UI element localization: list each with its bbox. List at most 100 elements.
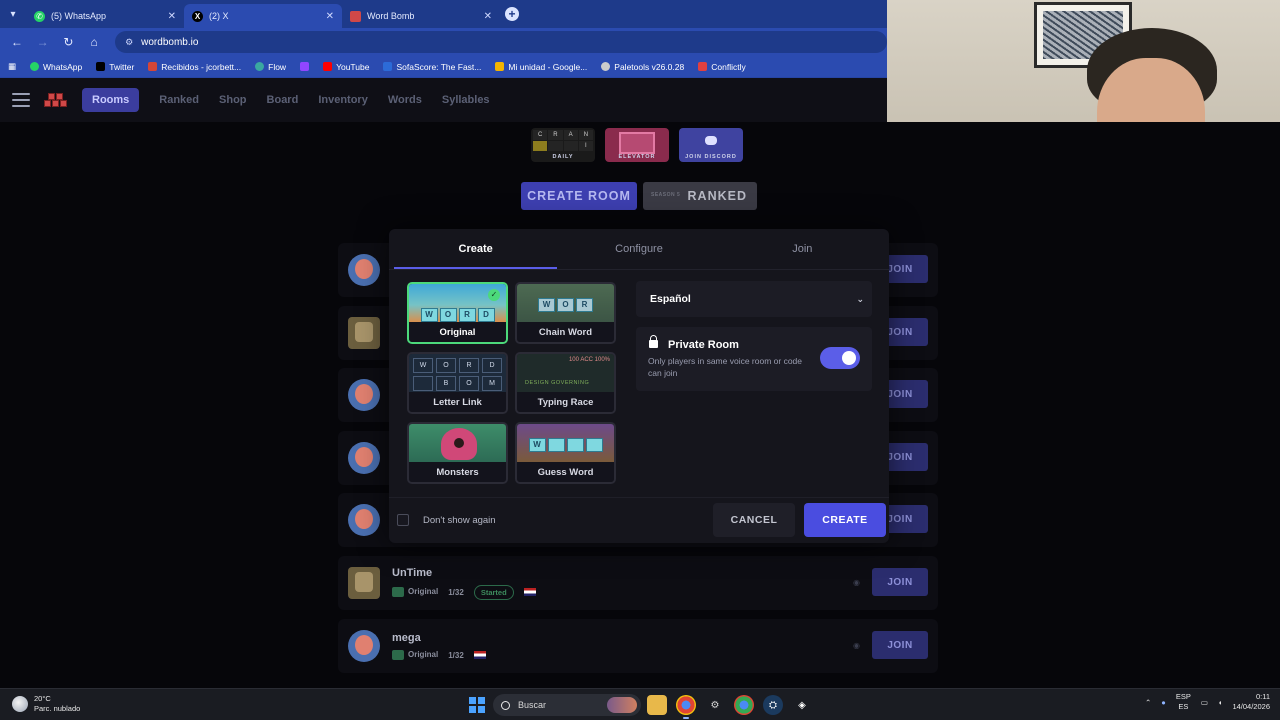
microphone-icon[interactable]: ●	[1161, 698, 1166, 707]
create-room-button[interactable]: CREATE ROOM	[521, 182, 637, 210]
ranked-button[interactable]: SEASON 5 RANKED	[643, 182, 757, 210]
tab-configure[interactable]: Configure	[557, 229, 720, 269]
daily-letter	[533, 141, 548, 151]
close-icon[interactable]: ✕	[326, 11, 334, 22]
nav-words[interactable]: Words	[388, 94, 422, 106]
back-arrow-icon[interactable]: ←	[6, 31, 28, 53]
search-placeholder: Buscar	[518, 700, 547, 710]
clock[interactable]: 0:11 14/04/2026	[1232, 692, 1270, 712]
new-tab-button[interactable]: +	[500, 2, 524, 26]
bookmark-flow[interactable]: Flow	[255, 62, 286, 72]
tab-x[interactable]: X (2) X ✕	[184, 4, 342, 28]
chrome-profile-icon[interactable]	[734, 695, 754, 715]
site-info-icon[interactable]: ⚙	[125, 37, 133, 48]
private-room-toggle[interactable]	[820, 347, 860, 369]
join-button[interactable]: JOIN	[872, 568, 928, 596]
promo-daily[interactable]: C R A N I DAILY	[531, 128, 595, 162]
nav-ranked[interactable]: Ranked	[159, 94, 199, 106]
search-highlight-icon	[607, 697, 637, 713]
language-value: Español	[650, 293, 691, 305]
season-label: SEASON 5	[651, 192, 681, 198]
hamburger-menu-icon[interactable]	[12, 93, 30, 107]
footer-divider	[389, 497, 889, 498]
tab-search-chevron-icon[interactable]: ▾	[0, 0, 26, 28]
mode-original[interactable]: W O R D ✓ Original	[407, 282, 508, 344]
bookmark-youtube[interactable]: YouTube	[323, 62, 369, 72]
mode-chain-word[interactable]: W O R Chain Word	[515, 282, 616, 344]
mode-typing-race[interactable]: 100 ACC 100% DESIGN GOVERNING Typing Rac…	[515, 352, 616, 414]
forward-arrow-icon[interactable]: →	[32, 31, 54, 53]
private-room-card: Private Room Only players in same voice …	[636, 327, 872, 391]
tab-create[interactable]: Create	[394, 229, 558, 269]
grid-letter: W	[413, 358, 433, 373]
close-icon[interactable]: ✕	[168, 11, 176, 22]
dont-show-again-checkbox[interactable]	[397, 514, 409, 526]
taskbar-search[interactable]: Buscar	[493, 694, 641, 716]
join-button[interactable]: JOIN	[872, 631, 928, 659]
mode-label: Letter Link	[409, 392, 506, 412]
home-icon[interactable]: ⌂	[83, 31, 105, 53]
nav-shop[interactable]: Shop	[219, 94, 247, 106]
file-explorer-icon[interactable]	[647, 695, 667, 715]
mode-monsters[interactable]: Monsters	[407, 422, 508, 484]
mode-letter-link[interactable]: W O R D B O M Letter Link	[407, 352, 508, 414]
tab-word-bomb[interactable]: Word Bomb ✕	[342, 4, 500, 28]
avatar	[348, 442, 380, 474]
nav-inventory[interactable]: Inventory	[318, 94, 368, 106]
tab-whatsapp[interactable]: ✆ (5) WhatsApp ✕	[26, 4, 184, 28]
gmail-icon	[148, 62, 158, 71]
nav-board[interactable]: Board	[267, 94, 299, 106]
tile-letter: W	[528, 438, 546, 452]
bookmark-twitter[interactable]: Twitter	[96, 62, 134, 72]
bookmark-twitch[interactable]	[300, 62, 310, 71]
promo-elevator[interactable]: ELEVATOR	[605, 128, 669, 162]
x-icon	[96, 62, 106, 71]
create-button[interactable]: CREATE	[804, 503, 886, 537]
bookmark-conflictly[interactable]: Conflictly	[698, 62, 746, 72]
grid-letter: D	[482, 358, 502, 373]
room-row[interactable]: UnTime Original 1/32 Started ◉ JOIN	[338, 556, 938, 610]
network-icon[interactable]: ▭	[1201, 698, 1208, 707]
room-row[interactable]: mega Original 1/32 ◉ JOIN	[338, 619, 938, 673]
dont-show-again-row[interactable]: Don't show again	[397, 514, 496, 526]
bookmark-recibidos[interactable]: Recibidos - jcorbett...	[148, 62, 241, 72]
clock-date: 14/04/2026	[1232, 702, 1270, 711]
youtube-icon	[323, 62, 333, 71]
whatsapp-icon	[30, 62, 40, 71]
bookmark-whatsapp[interactable]: WhatsApp	[30, 62, 82, 72]
nav-rooms[interactable]: Rooms	[82, 88, 140, 112]
cancel-button[interactable]: CANCEL	[713, 503, 795, 537]
tab-join[interactable]: Join	[721, 229, 884, 269]
nav-syllables[interactable]: Syllables	[442, 94, 490, 106]
volume-icon[interactable]: ◖	[1218, 698, 1223, 707]
settings-gear-icon[interactable]: ⚙	[705, 695, 725, 715]
bookmarks-bar: ▦ WhatsApp Twitter Recibidos - jcorbett.…	[0, 56, 887, 78]
close-icon[interactable]: ✕	[484, 11, 492, 22]
mode-icon	[392, 587, 404, 597]
chrome-icon[interactable]	[676, 695, 696, 719]
room-info: mega Original 1/32	[392, 632, 486, 660]
windows-start-icon[interactable]	[469, 697, 485, 713]
windows-taskbar: 20°C Parc. nublado Buscar ⚙ ⛭ ◈ ⌃ ● ESP …	[0, 688, 1280, 720]
promo-discord[interactable]: JOIN DISCORD	[679, 128, 743, 162]
bookmark-google-drive[interactable]: Mi unidad - Google...	[495, 62, 587, 72]
steam-icon[interactable]: ⛭	[763, 695, 783, 715]
clock-time: 0:11	[1255, 692, 1270, 701]
weather-temp: 20°C	[34, 694, 51, 703]
weather-widget[interactable]: 20°C Parc. nublado	[12, 694, 80, 714]
language-select[interactable]: Español ⌄	[636, 281, 872, 317]
bookmark-sofascore[interactable]: SofaScore: The Fast...	[383, 62, 481, 72]
input-language[interactable]: ESP ES	[1176, 692, 1191, 712]
eye-app-icon[interactable]: ◈	[792, 695, 812, 715]
word-bomb-logo[interactable]	[44, 90, 68, 110]
bookmark-paletools[interactable]: Paletools v26.0.28	[601, 62, 684, 72]
room-name: UnTime	[392, 566, 433, 579]
apps-grid-icon[interactable]: ▦	[8, 61, 16, 72]
conflictly-icon	[698, 62, 708, 71]
url-field[interactable]: ⚙ wordbomb.io	[115, 31, 887, 53]
mode-guess-word[interactable]: W Guess Word	[515, 422, 616, 484]
reload-icon[interactable]: ↻	[58, 31, 80, 53]
chevron-up-icon[interactable]: ⌃	[1145, 698, 1151, 707]
avatar	[348, 379, 380, 411]
tile-letter: W	[420, 308, 438, 322]
